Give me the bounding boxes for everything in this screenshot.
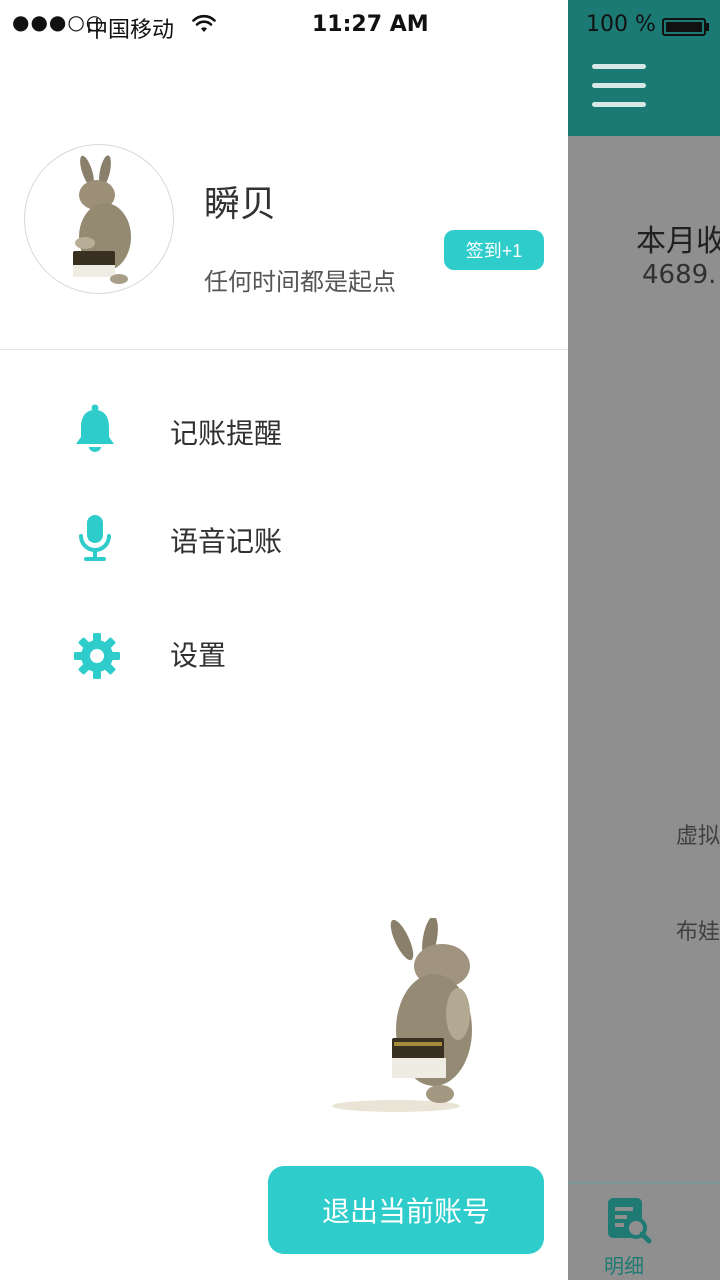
sign-in-button[interactable]: 签到+1 xyxy=(444,230,544,270)
microphone-icon xyxy=(79,515,111,561)
details-search-icon[interactable] xyxy=(604,1196,652,1244)
gear-icon xyxy=(74,633,120,679)
menu-item-settings[interactable]: 设置 xyxy=(0,618,568,690)
battery-icon xyxy=(662,18,706,36)
month-income-value: 4689. xyxy=(642,260,717,290)
clock: 11:27 AM xyxy=(312,12,429,37)
wifi-icon xyxy=(192,14,216,32)
section-divider xyxy=(0,349,568,350)
status-bar: ●●●○○ 中国移动 11:27 AM 100 % xyxy=(0,0,720,52)
menu-label-voice: 语音记账 xyxy=(170,525,283,558)
tab-details-label[interactable]: 明细 xyxy=(604,1250,644,1279)
menu-item-voice[interactable]: 语音记账 xyxy=(0,504,568,576)
menu-item-reminder[interactable]: 记账提醒 xyxy=(0,396,568,468)
bell-icon xyxy=(76,404,114,452)
month-income-label: 本月收 xyxy=(636,224,720,259)
user-slogan: 任何时间都是起点 xyxy=(204,268,396,296)
record-item-label: 布娃 xyxy=(676,920,720,945)
hamburger-menu-icon[interactable] xyxy=(592,64,646,108)
menu-label-settings: 设置 xyxy=(170,639,227,672)
carrier-name: 中国移动 xyxy=(86,18,175,43)
battery-tip xyxy=(706,23,709,31)
rabbit-avatar-illustration xyxy=(73,155,131,284)
background-app-panel[interactable]: 本月收 4689. 虚拟 布娃 明细 xyxy=(568,0,720,1280)
record-item-label: 虚拟 xyxy=(676,824,720,849)
rabbit-illustration xyxy=(332,918,472,1112)
username: 瞬贝 xyxy=(204,184,277,225)
user-avatar[interactable] xyxy=(24,144,174,294)
menu-label-reminder: 记账提醒 xyxy=(170,417,283,450)
battery-percentage: 100 % xyxy=(586,12,656,37)
tabbar-divider xyxy=(568,1182,720,1184)
logout-button[interactable]: 退出当前账号 xyxy=(268,1166,544,1254)
